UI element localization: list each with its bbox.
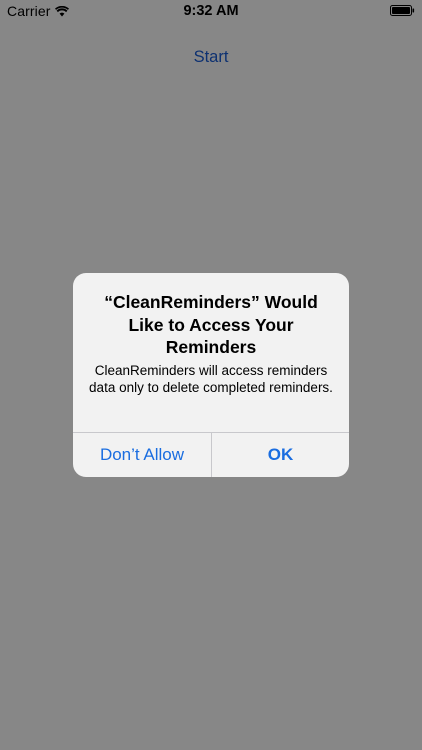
permission-alert: “CleanReminders” Would Like to Access Yo… xyxy=(73,273,349,477)
ok-button[interactable]: OK xyxy=(212,433,349,477)
dont-allow-button[interactable]: Don’t Allow xyxy=(73,433,211,477)
alert-title: “CleanReminders” Would Like to Access Yo… xyxy=(104,292,318,357)
alert-message: CleanReminders will access reminders dat… xyxy=(89,363,333,395)
